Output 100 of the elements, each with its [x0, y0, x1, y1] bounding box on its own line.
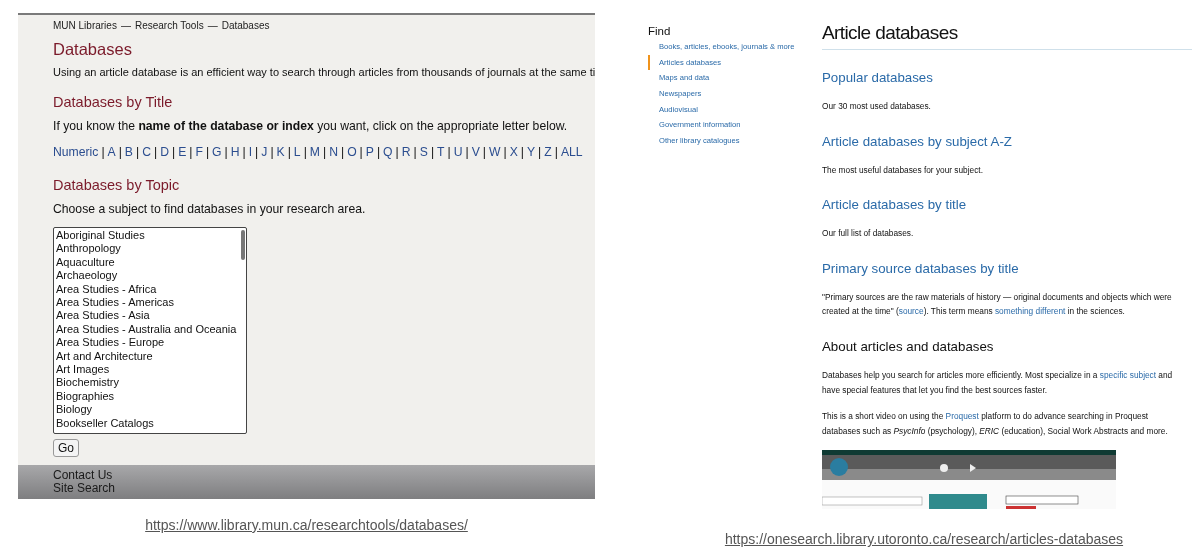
letter-link[interactable]: I [248, 144, 253, 160]
letter-separator: | [242, 144, 246, 160]
letter-separator: | [465, 144, 469, 160]
letter-separator: | [255, 144, 259, 160]
letter-separator: | [287, 144, 291, 160]
subject-option[interactable]: Area Studies - Australia and Oceania [56, 322, 246, 337]
section-heading: About articles and databases [822, 337, 994, 356]
letter-separator: | [395, 144, 399, 160]
letter-separator: | [538, 144, 542, 160]
subject-option[interactable]: Biochemistry [56, 376, 246, 390]
subject-option[interactable]: Art and Architecture [56, 349, 246, 364]
paragraph: "Primary sources are the raw materials of history — original documents and objects which were created at the time" (source). This term means something different in the sciences. [822, 290, 1173, 319]
breadcrumb-separator: — [207, 19, 218, 33]
letter-separator: | [430, 144, 435, 160]
letter-separator: | [270, 144, 274, 160]
scrollbar-thumb[interactable] [241, 230, 245, 260]
letter-link[interactable]: Numeric [53, 144, 99, 160]
letter-separator: | [303, 144, 307, 160]
letter-link[interactable]: H [230, 144, 240, 160]
breadcrumb-link[interactable]: Research Tools [134, 19, 204, 33]
footer-link[interactable]: Contact Us [53, 469, 113, 482]
letter-separator: | [224, 144, 228, 160]
inline-link[interactable]: Proquest [945, 411, 979, 422]
subject-option[interactable]: Anthropology [56, 242, 246, 256]
subject-listbox[interactable] [53, 227, 247, 434]
section-link[interactable]: Primary source databases by title [822, 259, 1019, 278]
letter-link[interactable]: A [107, 144, 116, 160]
letter-separator: | [136, 144, 140, 160]
letter-separator: | [482, 144, 486, 160]
subject-option[interactable]: Aquaculture [56, 255, 246, 270]
go-button[interactable]: Go [53, 439, 79, 457]
page-title: Article databases [822, 20, 1192, 50]
letter-link[interactable]: F [195, 144, 203, 160]
paragraph: Our 30 most used databases. [822, 100, 932, 113]
sidebar-heading: Find [648, 24, 671, 39]
letter-link[interactable]: L [293, 144, 301, 160]
letter-link[interactable]: Z [544, 144, 552, 160]
letter-link[interactable]: K [276, 144, 285, 160]
paragraph: This is a short video on using the Proquest platform to do advance searching in Proquest databases such as PsycInfo (psychology), ERIC (education), Social Work Abstracts and more. [822, 410, 1169, 438]
breadcrumb-link[interactable]: Databases [221, 19, 270, 33]
letter-link[interactable]: Q [383, 144, 393, 160]
letter-link[interactable]: N [329, 144, 338, 160]
letter-link[interactable]: C [142, 144, 151, 160]
letter-link[interactable]: T [437, 144, 445, 160]
letter-link[interactable]: M [309, 144, 320, 160]
letter-link[interactable]: S [419, 144, 428, 160]
letter-link[interactable]: D [160, 144, 169, 160]
letter-link[interactable]: V [471, 144, 480, 160]
letter-separator: | [554, 144, 558, 160]
instruction-text: Choose a subject to find databases in your research area. [53, 201, 366, 217]
letter-separator: | [189, 144, 193, 160]
letter-link[interactable]: ALL [560, 144, 583, 160]
instruction-text: If you know the name of the database or index you want, click on the appropriate letter below. [53, 118, 568, 134]
subject-option[interactable]: Bookseller Catalogs [56, 416, 246, 431]
letter-separator: | [340, 144, 345, 160]
letter-link[interactable]: O [347, 144, 357, 160]
letter-link[interactable]: Y [526, 144, 536, 160]
inline-link[interactable]: something different [994, 306, 1066, 317]
letter-separator: | [376, 144, 381, 160]
letter-link[interactable]: P [365, 144, 374, 160]
letter-link[interactable]: G [212, 144, 222, 160]
letter-separator: | [118, 144, 122, 160]
letter-link[interactable]: B [124, 144, 133, 160]
page-title: Databases [53, 39, 132, 59]
letter-separator: | [447, 144, 451, 160]
letter-link[interactable]: J [261, 144, 268, 160]
subject-option[interactable]: Area Studies - Africa [56, 282, 246, 297]
inline-link[interactable]: specific subject [1099, 369, 1157, 380]
subject-option[interactable]: Area Studies - Europe [56, 336, 246, 350]
url-caption[interactable]: https://www.library.mun.ca/researchtools/databases/ [145, 517, 468, 533]
letter-separator: | [413, 144, 417, 160]
subject-option[interactable]: Area Studies - Asia [56, 309, 246, 323]
footer-link[interactable]: Site Search [53, 482, 116, 495]
letter-link[interactable]: R [401, 144, 411, 160]
breadcrumb-separator: — [120, 19, 131, 33]
letter-link[interactable]: U [453, 144, 463, 160]
breadcrumb-link[interactable]: MUN Libraries [53, 19, 117, 33]
paragraph: Our full list of databases. [822, 227, 915, 241]
letter-separator: | [322, 144, 327, 160]
url-caption[interactable]: https://onesearch.library.utoronto.ca/research/articles-databases [724, 531, 1124, 548]
subject-option[interactable]: Biographies [56, 389, 246, 404]
subject-option[interactable]: Biology [56, 403, 246, 417]
section-link[interactable]: Popular databases [822, 69, 933, 87]
paragraph: Databases help you search for articles more efficiently. Most specialize in a specific subject and have special features that let you find the best sources faster. [822, 368, 1174, 397]
letter-link[interactable]: X [509, 144, 518, 160]
letter-link[interactable]: W [488, 144, 501, 160]
section-link[interactable]: Article databases by subject A-Z [822, 132, 1012, 151]
subject-option[interactable]: Aboriginal Studies [56, 229, 246, 243]
paragraph: The most useful databases for your subject. [822, 163, 984, 177]
section-heading: Databases by Topic [53, 176, 180, 194]
subject-option[interactable]: Area Studies - Americas [56, 296, 246, 310]
letter-link[interactable]: E [178, 144, 187, 160]
subject-option[interactable]: Art Images [56, 363, 246, 377]
letter-separator: | [205, 144, 210, 160]
letter-separator: | [359, 144, 363, 160]
letter-separator: | [520, 144, 524, 160]
section-link[interactable]: Article databases by title [822, 196, 967, 215]
letter-separator: | [171, 144, 176, 160]
subject-option[interactable]: Archaeology [56, 269, 246, 283]
letter-separator: | [154, 144, 158, 160]
